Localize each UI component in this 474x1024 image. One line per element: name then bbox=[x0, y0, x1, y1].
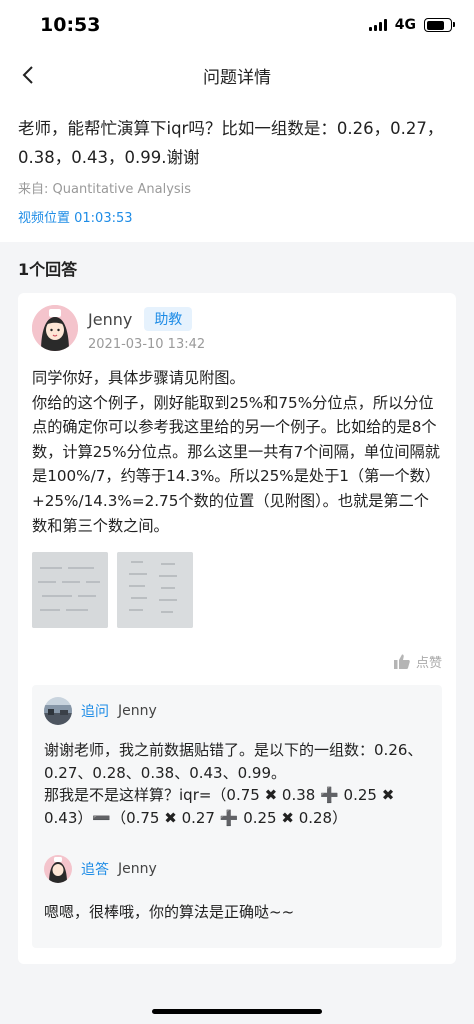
video-position-link[interactable]: 视频位置 01:03:53 bbox=[0, 197, 474, 242]
role-badge: 助教 bbox=[144, 307, 193, 331]
answer-card: Jenny 助教 2021-03-10 13:42 同学你好，具体步骤请见附图。… bbox=[18, 293, 456, 965]
page-title: 问题详情 bbox=[203, 67, 271, 88]
back-button[interactable] bbox=[16, 63, 40, 87]
home-indicator[interactable] bbox=[152, 1009, 322, 1014]
reply-text: 嗯嗯，很棒哦，你的算法是正确哒~~ bbox=[44, 903, 295, 922]
chevron-left-icon bbox=[22, 66, 33, 84]
attachment-images bbox=[32, 552, 442, 629]
battery-icon bbox=[424, 18, 455, 32]
author-info: Jenny 助教 2021-03-10 13:42 bbox=[88, 305, 205, 352]
like-button[interactable]: 点赞 bbox=[32, 652, 442, 671]
status-bar: 10:53 4G bbox=[0, 0, 474, 50]
header-section: 10:53 4G 问题详情 老师，能帮忙演算下iqr吗？比如一组数是：0.26，… bbox=[0, 0, 474, 242]
reply-header: 追答 Jenny bbox=[44, 855, 430, 884]
answers-count: 1个回答 bbox=[18, 260, 78, 279]
answers-section: 1个回答 Jenny 助教 2021-03-10 13:42 同学你好，具体步骤… bbox=[0, 242, 474, 965]
followup-thread: 追问 Jenny 谢谢老师，我之前数据贴错了。是以下的一组数：0.26、0.27… bbox=[32, 685, 442, 949]
reply-recipient: Jenny bbox=[118, 861, 157, 878]
thumbs-up-icon bbox=[393, 654, 410, 670]
followup-recipient: Jenny bbox=[118, 703, 157, 720]
attachment-image[interactable] bbox=[32, 552, 108, 629]
status-icons: 4G bbox=[368, 17, 455, 33]
question-source: 来自: Quantitative Analysis bbox=[18, 182, 192, 197]
answer-date: 2021-03-10 13:42 bbox=[88, 337, 206, 352]
nav-bar: 问题详情 bbox=[0, 50, 474, 100]
answer-text: 同学你好，具体步骤请见附图。 你给的这个例子，刚好能取到25%和75%分位点，所… bbox=[32, 369, 441, 535]
avatar[interactable] bbox=[44, 855, 72, 884]
avatar[interactable] bbox=[44, 697, 72, 726]
followup-label[interactable]: 追问 bbox=[81, 701, 109, 721]
author-name: Jenny bbox=[88, 309, 133, 329]
answer-author: Jenny 助教 2021-03-10 13:42 bbox=[32, 305, 442, 352]
author-name-row: Jenny 助教 bbox=[88, 307, 205, 331]
avatar[interactable] bbox=[32, 305, 78, 351]
reply-label[interactable]: 追答 bbox=[81, 859, 109, 879]
followup-text: 谢谢老师，我之前数据贴错了。是以下的一组数：0.26、0.27、0.28、0.3… bbox=[44, 741, 423, 827]
network-type: 4G bbox=[394, 17, 416, 33]
like-label: 点赞 bbox=[415, 656, 442, 672]
attachment-image[interactable] bbox=[117, 552, 193, 629]
cellular-signal-icon bbox=[368, 19, 387, 31]
question-text: 老师，能帮忙演算下iqr吗？比如一组数是：0.26，0.27，0.38，0.43… bbox=[18, 119, 444, 167]
followup-header: 追问 Jenny bbox=[44, 697, 430, 726]
status-time: 10:53 bbox=[40, 14, 101, 36]
